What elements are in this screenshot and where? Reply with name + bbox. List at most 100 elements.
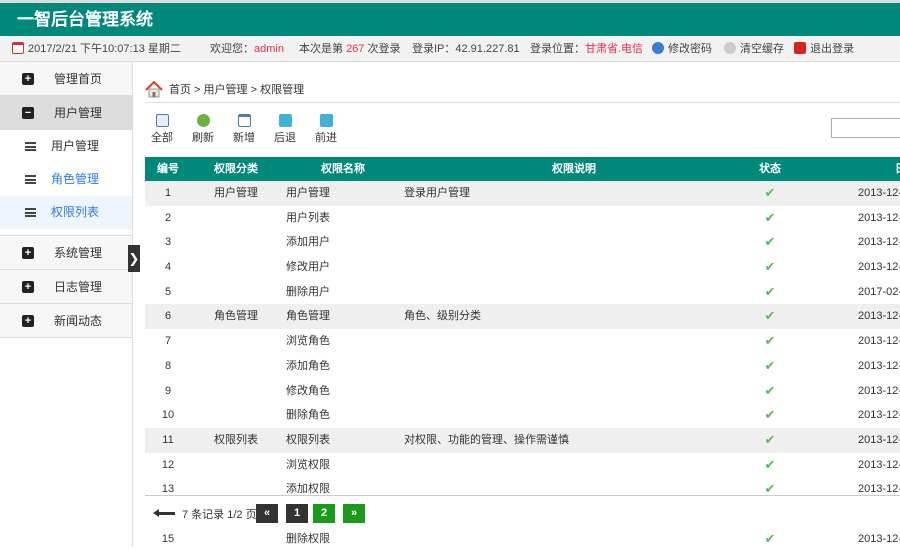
back-arrow-icon — [153, 509, 175, 517]
sidebar-item-home[interactable]: + 管理首页 — [0, 62, 132, 96]
sidebar-item-logs[interactable]: + 日志管理 — [0, 270, 132, 304]
user-key-icon — [652, 42, 664, 54]
grid-icon — [155, 114, 169, 127]
divider — [0, 229, 132, 236]
login-location: 登录位置：甘肃省.电信 — [530, 43, 644, 55]
table-row[interactable]: 10 删除角色 2013-12- ✔ — [145, 403, 900, 428]
sidebar: + 管理首页 − 用户管理 用户管理 角色管理 权限列表 + 系统管理 + 日志管理 +… — [0, 62, 133, 547]
table-row[interactable]: 5 删除用户 2017-02- ✔ — [145, 280, 900, 305]
logout-link[interactable]: 退出登录 — [794, 36, 854, 62]
change-password-link[interactable]: 修改密码 — [652, 36, 712, 62]
app-title: 一智后台管理系统 — [0, 3, 900, 36]
table-row[interactable]: 6 角色管理 角色管理 角色、级别分类 2013-12- ✔ — [145, 304, 900, 330]
name-cell: 添加用户 — [286, 236, 330, 249]
date-cell: 2013-12- — [858, 433, 900, 446]
date-cell: 2013-12- — [858, 335, 900, 348]
clear-cache-link[interactable]: 清空缓存 — [724, 36, 784, 62]
date-cell: 2013-12- — [858, 409, 900, 422]
table-header: 编号 权限分类 权限名称 权限说明 状态 日 — [145, 157, 900, 181]
date-cell: 2013-12- — [858, 211, 900, 224]
permissions-table: 编号 权限分类 权限名称 权限说明 状态 日 1 用户管理 用户管理 登录用户管理 20… — [145, 157, 900, 551]
date-cell: 2013-12- — [858, 310, 900, 323]
list-icon — [25, 175, 36, 184]
table-row[interactable]: 9 修改角色 2013-12- ✔ — [145, 379, 900, 404]
add-button[interactable]: 新增 — [227, 112, 261, 145]
sidebar-item-user-management[interactable]: − 用户管理 — [0, 96, 132, 130]
plus-icon: + — [22, 315, 34, 327]
name-cell: 删除角色 — [286, 409, 330, 422]
check-icon: ✔ — [764, 209, 776, 225]
description-cell: 角色、级别分类 — [404, 310, 481, 323]
id-cell: 7 — [164, 335, 172, 348]
id-cell: 12 — [161, 458, 175, 471]
name-cell: 删除权限 — [286, 532, 330, 545]
name-cell: 修改用户 — [286, 261, 330, 274]
check-icon: ✔ — [764, 530, 776, 546]
login-count: 本次是第 267 次登录 — [299, 43, 401, 55]
table-row[interactable]: 1 用户管理 用户管理 登录用户管理 2013-12- ✔ — [145, 181, 900, 206]
home-icon — [145, 81, 163, 98]
name-cell: 用户列表 — [286, 211, 330, 224]
record-summary: 7 条记录 1/2 页 — [182, 509, 257, 521]
sidebar-item-system[interactable]: + 系统管理 — [0, 236, 132, 270]
welcome: 欢迎您：admin — [210, 43, 284, 55]
name-cell: 添加角色 — [286, 359, 330, 372]
check-icon: ✔ — [764, 308, 776, 324]
name-cell: 修改角色 — [286, 384, 330, 397]
table-row[interactable]: 7 浏览角色 2013-12- ✔ — [145, 329, 900, 354]
all-button[interactable]: 全部 — [145, 112, 179, 145]
sidebar-sub-roles[interactable]: 角色管理 — [0, 163, 132, 196]
exit-right-icon — [319, 114, 333, 127]
date-cell: 2017-02- — [858, 285, 900, 298]
page-1-button[interactable]: 1 — [286, 504, 308, 523]
table-row[interactable]: 15 删除权限 2013-12- ✔ — [145, 527, 900, 551]
refresh-button[interactable]: 刷新 — [186, 112, 220, 145]
table-row[interactable]: 12 浏览权限 2013-12- ✔ — [145, 453, 900, 478]
sidebar-item-news[interactable]: + 新闻动态 — [0, 304, 132, 338]
name-cell: 浏览权限 — [286, 458, 330, 471]
table-row[interactable]: 11 权限列表 权限列表 对权限、功能的管理、操作需谨慎 2013-12- ✔ — [145, 427, 900, 453]
check-icon: ✔ — [764, 407, 776, 423]
search-input[interactable] — [831, 118, 900, 138]
id-cell: 6 — [164, 310, 172, 323]
table-row[interactable]: 3 添加用户 2013-12- ✔ — [145, 230, 900, 255]
table-row[interactable]: 4 修改用户 2013-12- ✔ — [145, 255, 900, 280]
description-cell: 对权限、功能的管理、操作需谨慎 — [404, 433, 569, 446]
id-cell: 15 — [161, 532, 175, 545]
check-icon: ✔ — [764, 283, 776, 299]
table-row[interactable]: 8 添加角色 2013-12- ✔ — [145, 354, 900, 379]
list-icon — [25, 142, 36, 151]
date-cell: 2013-12- — [858, 261, 900, 274]
id-cell: 10 — [161, 409, 175, 422]
refresh-icon — [724, 42, 736, 54]
id-cell: 11 — [162, 433, 174, 446]
page-2-button[interactable]: 2 — [313, 504, 335, 523]
table-row[interactable]: 2 用户列表 2013-12- ✔ — [145, 206, 900, 231]
sidebar-sub-permissions[interactable]: 权限列表 — [0, 196, 132, 229]
check-icon: ✔ — [764, 431, 776, 447]
next-page-button[interactable]: » — [343, 504, 365, 523]
first-page-button[interactable]: « — [256, 504, 278, 523]
add-window-icon — [237, 114, 251, 127]
date-cell: 2013-12- — [858, 187, 900, 199]
name-cell: 删除用户 — [286, 285, 330, 298]
id-cell: 3 — [164, 236, 172, 249]
info-bar: 2017/2/21 下午10:07:13 星期二 欢迎您：admin 本次是第 … — [0, 36, 900, 62]
check-icon: ✔ — [764, 333, 776, 349]
check-icon: ✔ — [764, 357, 776, 373]
sidebar-sub-users[interactable]: 用户管理 — [0, 130, 132, 163]
back-button[interactable]: 后退 — [268, 112, 302, 145]
power-icon — [794, 42, 806, 54]
minus-icon: − — [22, 107, 34, 119]
id-cell: 5 — [164, 285, 172, 298]
id-cell: 9 — [164, 384, 172, 397]
forward-button[interactable]: 前进 — [309, 112, 343, 145]
datetime: 2017/2/21 下午10:07:13 星期二 — [12, 36, 181, 62]
check-icon: ✔ — [764, 234, 776, 250]
calendar-icon — [12, 42, 24, 54]
list-icon — [25, 208, 36, 217]
sidebar-toggle-chevron-icon[interactable]: ❯ — [128, 245, 140, 272]
check-icon: ✔ — [764, 185, 776, 200]
plus-icon: + — [22, 73, 34, 85]
pagination: 7 条记录 1/2 页 « 1 2 » — [145, 495, 900, 529]
